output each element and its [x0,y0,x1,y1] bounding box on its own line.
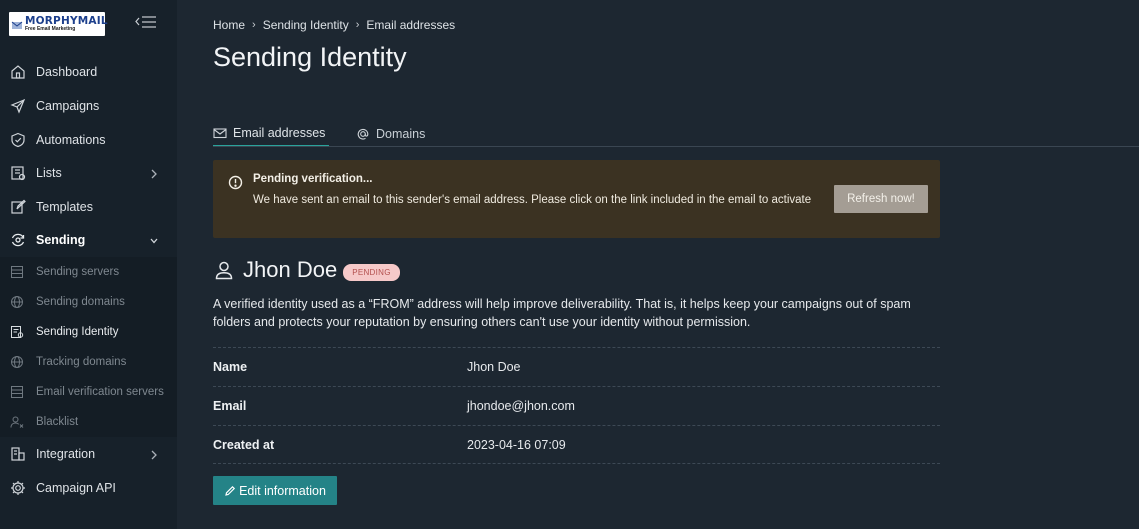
sidebar-item-email-verification-servers[interactable]: Email verification servers [0,377,177,407]
tabs-divider [213,146,1139,147]
sidebar-item-label: Campaign API [36,481,116,495]
page-title: Sending Identity [213,42,407,72]
sidebar-item-sending-identity[interactable]: Sending Identity [0,317,177,347]
table-row: Email jhondoe@jhon.com [213,386,940,425]
sidebar-item-label: Automations [36,133,106,147]
integration-icon [10,446,26,462]
detail-value: jhondoe@jhon.com [467,399,575,413]
sidebar-item-campaigns[interactable]: Campaigns [0,91,177,121]
tab-email-addresses[interactable]: Email addresses [213,120,329,147]
brand-name: MORPHYMAIL [25,14,108,27]
sidebar-item-sending[interactable]: Sending [0,225,177,255]
tab-domains[interactable]: Domains [356,120,425,147]
sidebar-item-label: Campaigns [36,99,100,113]
edit-icon [10,199,26,215]
refresh-now-button[interactable]: Refresh now! [834,185,928,213]
chevron-right-icon [149,448,159,460]
alert-title: Pending verification... [253,173,373,185]
detail-value: Jhon Doe [467,360,521,374]
gear-icon [10,480,26,496]
breadcrumb-home[interactable]: Home [213,18,245,32]
brand-tagline: Free Email Marketing [25,26,76,33]
sidebar-item-blacklist[interactable]: Blacklist [0,407,177,437]
breadcrumb-current: Email addresses [366,18,456,32]
user-icon [213,259,235,281]
shield-check-icon [10,132,26,148]
detail-key: Email [213,399,247,413]
sidebar-item-sending-servers[interactable]: Sending servers [0,257,177,287]
table-row: Name Jhon Doe [213,347,940,386]
list-icon [10,165,26,181]
detail-key: Name [213,360,248,374]
globe-icon [10,295,24,309]
breadcrumb-separator: › [355,19,360,31]
sidebar-item-label: Lists [36,166,62,180]
pending-verification-alert: Pending verification... We have sent an … [213,160,940,238]
breadcrumb: Home › Sending Identity › Email addresse… [213,18,455,32]
chevron-down-icon [149,234,159,246]
sending-submenu: Sending servers Sending domains Sending … [0,257,177,437]
sidebar-item-label: Email verification servers [36,386,164,398]
mail-icon [213,126,227,140]
edit-button-label: Edit information [239,483,326,498]
identity-icon [10,325,24,339]
identity-description: A verified identity used as a “FROM” add… [213,297,911,329]
logo-mark-icon [11,18,23,30]
status-badge: PENDING [343,263,400,281]
chevron-right-icon [149,167,159,179]
home-icon [10,64,26,80]
sidebar-item-label: Sending Identity [36,326,119,338]
sidebar-item-campaign-api[interactable]: Campaign API [0,473,177,503]
send-icon [10,98,26,114]
identity-header: Jhon Doe PENDING [213,257,400,283]
sidebar-item-label: Sending domains [36,296,125,308]
brand-logo[interactable]: MORPHYMAIL Free Email Marketing [9,12,108,36]
alert-message: We have sent an email to this sender's e… [253,194,812,206]
identity-details-table: Name Jhon Doe Email jhondoe@jhon.com Cre… [213,347,940,464]
sidebar-item-label: Dashboard [36,65,98,79]
globe-icon [10,355,24,369]
sidebar-item-dashboard[interactable]: Dashboard [0,57,177,87]
table-row: Created at 2023-04-16 07:09 [213,425,940,464]
collapse-sidebar-icon[interactable] [135,14,157,30]
sidebar-item-label: Sending [36,233,86,247]
at-icon [356,127,370,141]
alert-circle-icon [228,175,243,190]
identity-name: Jhon Doe [243,257,338,282]
sidebar-item-automations[interactable]: Automations [0,125,177,155]
sidebar-item-label: Sending servers [36,266,120,278]
server-icon [10,385,24,399]
user-x-icon [10,415,24,429]
sidebar-item-label: Templates [36,200,93,214]
sidebar-item-integration[interactable]: Integration [0,439,177,469]
breadcrumb-separator: › [252,19,256,31]
sidebar-item-templates[interactable]: Templates [0,192,177,222]
breadcrumb-sending-identity[interactable]: Sending Identity [263,18,349,32]
sidebar-item-label: Blacklist [36,416,79,428]
pencil-icon [224,485,236,497]
sidebar-item-lists[interactable]: Lists [0,158,177,188]
sidebar-item-sending-domains[interactable]: Sending domains [0,287,177,317]
sidebar: MORPHYMAIL Free Email Marketing Dashboar… [0,0,177,529]
sidebar-item-tracking-domains[interactable]: Tracking domains [0,347,177,377]
edit-information-button[interactable]: Edit information [213,476,337,505]
tab-label: Email addresses [233,125,326,140]
detail-key: Created at [213,437,275,452]
detail-value: 2023-04-16 07:09 [467,437,566,452]
sidebar-item-label: Tracking domains [36,356,127,368]
tab-label: Domains [376,126,426,141]
server-icon [10,265,24,279]
sidebar-item-label: Integration [36,447,96,461]
sending-icon [10,232,26,248]
